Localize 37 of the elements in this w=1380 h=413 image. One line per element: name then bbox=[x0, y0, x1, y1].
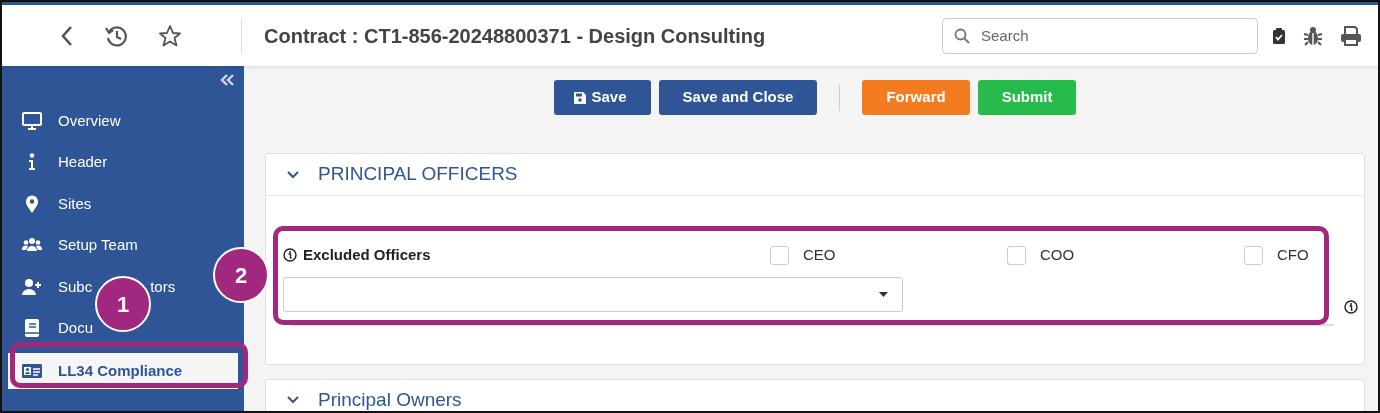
sidebar-item[interactable]: Subc bbox=[22, 275, 93, 298]
user-plus-icon bbox=[22, 276, 42, 297]
star-icon[interactable] bbox=[158, 23, 182, 48]
clipboard-check-icon[interactable] bbox=[1272, 26, 1286, 45]
checkbox[interactable] bbox=[1244, 245, 1263, 265]
sidebar-item[interactable]: Sites bbox=[22, 192, 92, 215]
section-title: Principal Owners bbox=[318, 387, 462, 411]
back-icon[interactable] bbox=[60, 24, 74, 47]
checkbox-label: COO bbox=[1040, 245, 1075, 265]
sidebar-item[interactable]: Setup Team bbox=[22, 234, 138, 257]
button[interactable]: Save bbox=[553, 80, 651, 115]
chevron-down-icon[interactable] bbox=[286, 395, 300, 405]
checkbox[interactable] bbox=[770, 245, 789, 265]
history-icon[interactable] bbox=[104, 23, 128, 48]
info-icon[interactable] bbox=[283, 248, 297, 263]
sidebar-item[interactable]: Header bbox=[22, 151, 108, 174]
sidebar-item[interactable]: Docu bbox=[22, 317, 94, 340]
chevron-down-icon[interactable] bbox=[286, 169, 300, 180]
id-card-icon bbox=[22, 361, 42, 381]
section-title: PRINCIPAL OFFICERS bbox=[318, 162, 518, 187]
button[interactable]: Save and Close bbox=[658, 80, 818, 115]
monitor-icon bbox=[22, 110, 42, 131]
checkbox[interactable] bbox=[1007, 245, 1026, 265]
checkbox-label: CEO bbox=[803, 245, 836, 265]
collapse-icon[interactable] bbox=[220, 74, 234, 86]
sidebar-item[interactable]: Overview bbox=[22, 109, 121, 132]
book-icon bbox=[22, 318, 42, 339]
printer-icon[interactable] bbox=[1340, 25, 1362, 46]
page-title: Contract : CT1-856-20248800371 - Design Consulting bbox=[264, 23, 766, 49]
bug-icon[interactable] bbox=[1302, 24, 1324, 47]
info-icon[interactable] bbox=[1344, 299, 1358, 314]
search-field[interactable]: Search bbox=[942, 17, 1258, 54]
field-label: Excluded Officers bbox=[303, 245, 431, 265]
save-icon bbox=[573, 91, 586, 104]
sidebar-item-text: tors bbox=[150, 276, 176, 297]
checkbox-label: CFO bbox=[1277, 245, 1309, 265]
caret-icon bbox=[879, 291, 888, 297]
